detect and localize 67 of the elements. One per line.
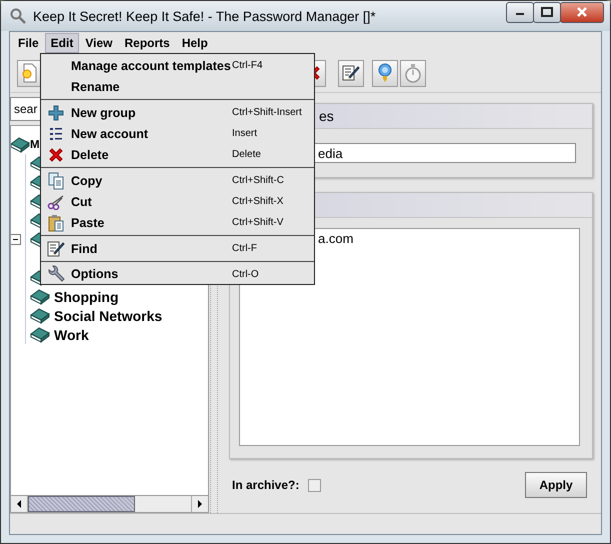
scrollbar-thumb[interactable] xyxy=(28,496,135,512)
menu-item[interactable]: Manage account templatesCtrl-F4 xyxy=(41,55,314,76)
menu-item[interactable]: Edit xyxy=(44,33,80,53)
shortcut-text: Ctrl-F xyxy=(232,243,258,254)
wrench-icon xyxy=(47,265,65,283)
menu-item[interactable]: View xyxy=(79,33,118,53)
maximize-icon xyxy=(541,7,553,17)
menu-item-label: Paste xyxy=(71,216,106,230)
menu-item[interactable]: Find Ctrl-F xyxy=(41,238,314,259)
find-icon xyxy=(342,64,360,82)
maximize-button[interactable] xyxy=(533,2,561,22)
book-icon xyxy=(30,288,50,304)
archive-label: In archive?: xyxy=(232,478,300,492)
delete-icon xyxy=(48,146,64,162)
stopwatch-icon xyxy=(404,62,422,84)
shortcut-text: Ctrl-O xyxy=(232,268,260,280)
close-icon xyxy=(576,7,588,17)
minimize-button[interactable] xyxy=(506,2,534,22)
plus-icon xyxy=(48,104,64,120)
menu-item-label: Manage account templates xyxy=(71,58,232,72)
menu-item-label: Options xyxy=(71,267,120,281)
menu-item-label: New account xyxy=(71,126,150,140)
menu-item[interactable]: New group Ctrl+Shift-Insert xyxy=(41,102,314,123)
menu-item[interactable]: Paste Ctrl+Shift-V xyxy=(41,212,314,233)
book-icon xyxy=(30,326,50,342)
shortcut-text: Insert xyxy=(232,128,258,139)
shortcut-text: Ctrl+Shift-Insert xyxy=(232,107,303,118)
shortcut-text: Ctrl+Shift-V xyxy=(232,217,284,228)
new-document-icon xyxy=(22,63,38,83)
find-icon xyxy=(47,240,65,258)
menu-item[interactable]: Help xyxy=(176,33,214,53)
menu-item-label: New group xyxy=(71,106,137,120)
tree-node[interactable]: Shopping xyxy=(54,288,119,304)
menu-item-label: Find xyxy=(71,242,98,256)
menu-item[interactable]: Options Ctrl-O xyxy=(41,264,314,284)
shortcut-text: Ctrl+Shift-X xyxy=(232,196,284,207)
menu-item-label: Delete xyxy=(71,148,110,162)
list-icon xyxy=(49,126,63,140)
hint-button[interactable] xyxy=(372,60,398,86)
horizontal-scrollbar[interactable] xyxy=(10,496,209,513)
menu-item[interactable]: Reports xyxy=(118,33,176,53)
copy-icon xyxy=(48,172,64,190)
collapse-toggle[interactable] xyxy=(11,234,21,245)
menu-item-label: Rename xyxy=(71,80,121,94)
window-title: Keep It Secret! Keep It Safe! - The Password Manager []* xyxy=(33,8,377,24)
right-arrow-icon xyxy=(197,500,203,508)
minus-icon xyxy=(12,236,19,243)
tree-node[interactable]: Social Networks xyxy=(54,308,162,324)
menu-item-label: Cut xyxy=(71,194,93,208)
menu-item[interactable]: Copy Ctrl+Shift-C xyxy=(41,170,314,191)
menu-item-label: Copy xyxy=(71,174,104,188)
menu-item[interactable]: Rename xyxy=(41,76,314,97)
menu-item[interactable]: File xyxy=(12,33,45,53)
book-icon xyxy=(30,308,50,324)
scissors-icon xyxy=(47,194,65,210)
left-arrow-icon xyxy=(16,500,22,508)
tree-node[interactable]: M xyxy=(30,138,40,150)
shortcut-text: Ctrl+Shift-C xyxy=(232,175,285,186)
find-button[interactable] xyxy=(338,60,364,86)
close-button[interactable] xyxy=(560,2,604,22)
timer-button[interactable] xyxy=(400,60,426,86)
apply-button[interactable]: Apply xyxy=(525,472,587,498)
shortcut-text: Ctrl-F4 xyxy=(232,60,264,71)
tree-node[interactable]: Work xyxy=(54,326,89,342)
menu-item[interactable]: Cut Ctrl+Shift-X xyxy=(41,191,314,212)
archive-checkbox[interactable] xyxy=(308,478,322,492)
paste-icon xyxy=(48,214,64,232)
